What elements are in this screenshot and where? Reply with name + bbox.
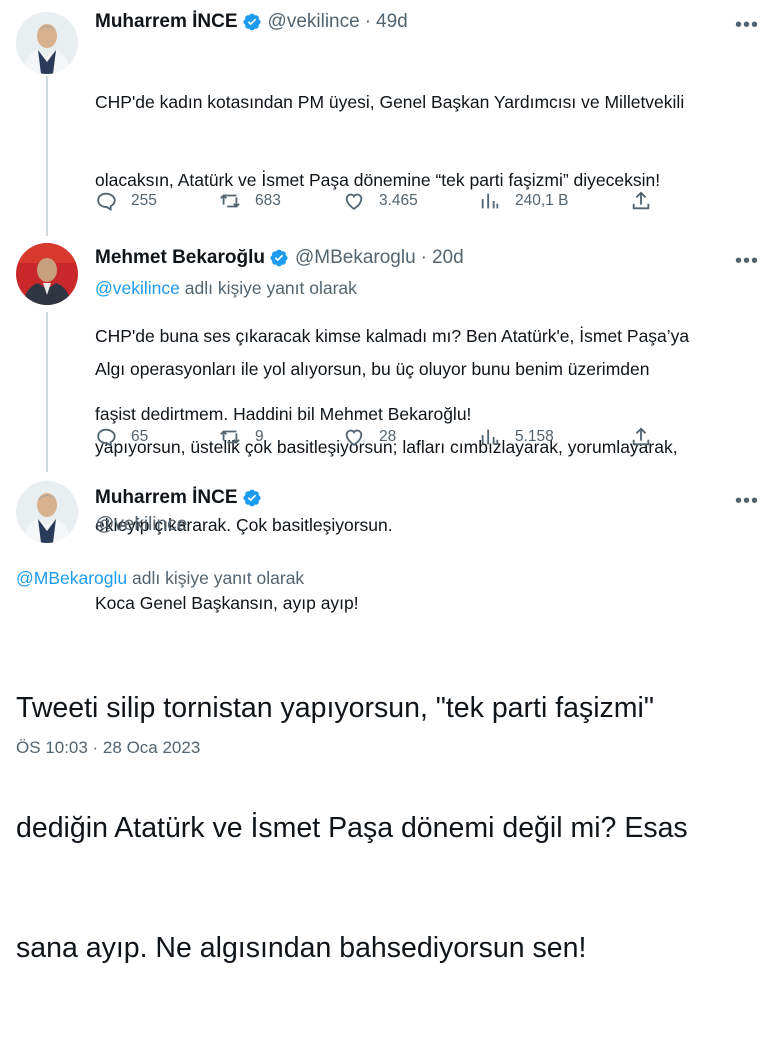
author-handle[interactable]: @vekilince [95,513,187,537]
retweet-button[interactable]: 683 [219,190,281,212]
verified-badge-icon [269,248,289,268]
verified-badge-icon [242,12,262,32]
reply-icon [97,428,116,448]
tweet-text: Tweeti silip tornistan yapıyorsun, "tek … [16,608,756,1048]
author-handle-line: @vekilince [95,513,187,537]
retweet-icon [220,194,240,208]
like-count: 28 [379,428,397,445]
views-count: 5.158 [515,428,554,445]
reply-mention-link[interactable]: @MBekaroglu [16,568,127,588]
tweet-text-line: dediğin Atatürk ve İsmet Paşa dönemi değ… [16,812,688,844]
reply-mention-link[interactable]: @vekilince [95,278,180,298]
author-handle[interactable]: @vekilince [268,10,360,34]
separator-dot: · [364,11,372,32]
views-icon [481,193,499,209]
share-button[interactable] [630,426,666,448]
reply-count: 65 [131,428,149,445]
retweet-count: 683 [255,192,281,209]
views-icon [481,429,499,445]
share-icon [632,427,650,446]
thread-connector [46,76,48,236]
tweet-time[interactable]: 20d [432,246,464,270]
more-options-icon[interactable]: ••• [735,491,759,511]
views-button[interactable]: 240,1 B [479,190,568,212]
reply-button[interactable]: 65 [95,426,148,448]
retweet-button[interactable]: 9 [219,426,264,448]
more-options-icon[interactable]: ••• [735,251,759,271]
verified-badge-icon [242,488,262,508]
tweet-header: Muharrem İNCE [95,486,268,510]
retweet-count: 9 [255,428,264,445]
tweet-header: Mehmet Bekaroğlu @MBekaroglu · 20d [95,246,464,270]
tweet-text-line: Tweeti silip tornistan yapıyorsun, "tek … [16,692,654,724]
more-options-icon[interactable]: ••• [735,15,759,35]
tweet-header: Muharrem İNCE @vekilince · 49d [95,10,408,34]
avatar[interactable] [16,12,78,74]
tweet-actions: 255 683 3.465 240,1 B [95,190,655,214]
reply-button[interactable]: 255 [95,190,157,212]
share-button[interactable] [630,190,666,212]
reply-suffix: adlı kişiye yanıt olarak [179,278,357,298]
like-button[interactable]: 3.465 [343,190,418,212]
separator-dot: · [420,247,427,268]
replying-to: @MBekaroglu adlı kişiye yanıt olarak [16,566,304,590]
tweet-timestamp[interactable]: ÖS 10:03 · 28 Oca 2023 [16,738,200,758]
views-button[interactable]: 5.158 [479,426,554,448]
tweet-text-line: Algı operasyonları ile yol alıyorsun, bu… [95,359,650,379]
reply-icon [97,192,116,212]
tweet-actions: 65 9 28 5.158 [95,426,655,450]
reply-suffix: adlı kişiye yanıt olarak [127,568,305,588]
thread-connector [46,312,48,472]
tweet-time[interactable]: 49d [376,10,408,34]
like-icon [345,429,363,446]
like-icon [345,193,363,210]
author-name[interactable]: Muharrem İNCE [95,486,238,510]
author-name[interactable]: Muharrem İNCE [95,10,238,34]
author-handle[interactable]: @MBekaroglu [295,246,416,270]
views-count: 240,1 B [515,192,569,209]
reply-count: 255 [131,192,157,209]
avatar[interactable] [16,243,78,305]
author-name[interactable]: Mehmet Bekaroğlu [95,246,265,270]
like-button[interactable]: 28 [343,426,396,448]
share-icon [632,191,650,210]
tweet-text-line: ekleyip çıkararak. Çok basitleşiyorsun. [95,515,393,535]
avatar[interactable] [16,481,78,543]
retweet-icon [220,430,240,444]
tweet-text-line: CHP'de kadın kotasından PM üyesi, Genel … [95,92,685,112]
tweet-text-line: sana ayıp. Ne algısından bahsediyorsun s… [16,932,587,964]
like-count: 3.465 [379,192,418,209]
replying-to: @vekilince adlı kişiye yanıt olarak [95,276,357,300]
